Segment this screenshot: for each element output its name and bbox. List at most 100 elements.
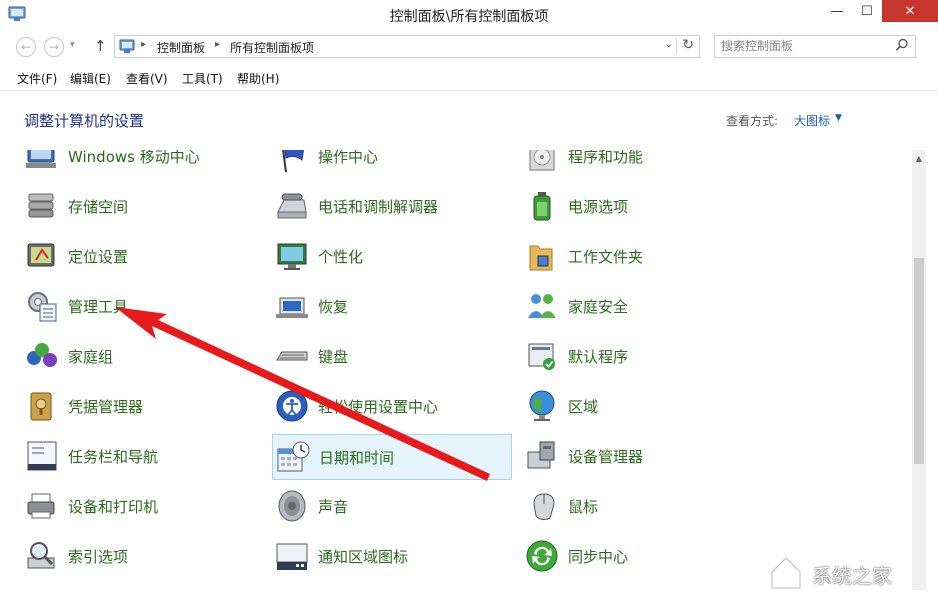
item-device-manager[interactable]: 设备管理器 [522, 434, 762, 478]
item-label: 任务栏和导航 [68, 448, 159, 466]
item-label: 电源选项 [568, 198, 629, 216]
address-history-dropdown[interactable]: ⌄ [665, 39, 673, 50]
item-personalization[interactable]: 个性化 [272, 234, 512, 278]
item-storage-spaces[interactable]: 存储空间 [22, 184, 262, 228]
item-label: 键盘 [318, 348, 349, 366]
breadcrumb-control-panel[interactable]: 控制面板 [157, 39, 205, 56]
control-panel-window: 控制面板\所有控制面板项 — ☐ ✕ ← → ▾ ↑ ▸ 控制面板 ▸ 所有控制… [0, 0, 938, 602]
work-folders-icon [529, 245, 553, 271]
personalization-icon [277, 243, 307, 270]
menu-file[interactable]: 文件(F) [17, 70, 57, 87]
item-phone-and-modem[interactable]: 电话和调制解调器 [272, 184, 512, 228]
item-homegroup[interactable]: 家庭组 [22, 334, 262, 378]
item-label: 声音 [318, 498, 349, 516]
watermark-text: 系统之家 [812, 564, 892, 588]
region-globe-icon [529, 390, 555, 421]
item-action-center[interactable]: 操作中心 [272, 150, 512, 178]
item-credential-manager[interactable]: 凭据管理器 [22, 384, 262, 428]
item-label: 同步中心 [568, 548, 629, 566]
item-windows-mobility-center[interactable]: Windows 移动中心 [22, 150, 262, 178]
item-region[interactable]: 区域 [522, 384, 762, 428]
scroll-thumb[interactable] [914, 258, 924, 464]
item-label: 存储空间 [68, 198, 129, 216]
item-label: 区域 [568, 398, 599, 416]
title-bar[interactable]: 控制面板\所有控制面板项 — ☐ ✕ [0, 0, 938, 30]
item-label: 管理工具 [68, 298, 129, 316]
item-default-programs[interactable]: 默认程序 [522, 334, 762, 378]
item-label: 鼠标 [568, 498, 599, 516]
page-title: 调整计算机的设置 [24, 112, 145, 130]
item-label: 通知区域图标 [318, 548, 409, 566]
menu-help[interactable]: 帮助(H) [237, 70, 279, 87]
search-box[interactable] [714, 35, 916, 58]
item-power-options[interactable]: 电源选项 [522, 184, 762, 228]
date-time-icon [277, 441, 310, 472]
item-label: 家庭组 [68, 348, 114, 366]
device-manager-icon [527, 441, 555, 469]
item-devices-and-printers[interactable]: 设备和打印机 [22, 484, 262, 528]
item-sync-center[interactable]: 同步中心 [522, 534, 762, 578]
item-taskbar-and-navigation[interactable]: 任务栏和导航 [22, 434, 262, 478]
menu-view[interactable]: 查看(V) [126, 70, 168, 87]
item-date-and-time[interactable]: 日期和时间 [272, 434, 512, 480]
breadcrumb-separator[interactable]: ▸ [215, 39, 220, 50]
admin-tools-icon [28, 292, 57, 322]
item-keyboard[interactable]: 键盘 [272, 334, 512, 378]
scroll-up-button[interactable]: ▲ [912, 150, 926, 166]
maximize-button[interactable]: ☐ [852, 0, 882, 22]
item-label: 设备和打印机 [68, 498, 159, 516]
item-ease-of-access-center[interactable]: 轻松使用设置中心 [272, 384, 512, 428]
menu-edit[interactable]: 编辑(E) [70, 70, 111, 87]
item-label: 电话和调制解调器 [318, 198, 439, 216]
item-notification-area-icons[interactable]: 通知区域图标 [272, 534, 512, 578]
forward-button[interactable]: → [44, 37, 64, 57]
recovery-icon [276, 297, 308, 318]
storage-spaces-icon [28, 193, 54, 218]
breadcrumb-all-items[interactable]: 所有控制面板项 [230, 39, 314, 56]
item-administrative-tools[interactable]: 管理工具 [22, 284, 262, 328]
vertical-scrollbar[interactable]: ▲ [912, 150, 926, 590]
mobility-center-icon [26, 150, 56, 168]
control-panel-items-grid: Windows 移动中心 操作中心 程序和功能 存储空间 电话和调制解调器 电源… [0, 150, 912, 590]
item-label: 默认程序 [568, 348, 629, 366]
search-input[interactable] [721, 39, 891, 53]
item-recovery[interactable]: 恢复 [272, 284, 512, 328]
back-button[interactable]: ← [16, 37, 36, 57]
item-location-settings[interactable]: 定位设置 [22, 234, 262, 278]
item-mouse[interactable]: 鼠标 [522, 484, 762, 528]
search-icon[interactable] [895, 38, 909, 52]
sync-center-icon [526, 540, 558, 572]
recent-locations-dropdown[interactable]: ▾ [70, 40, 75, 50]
item-label: 个性化 [318, 248, 364, 266]
minimize-button[interactable]: — [822, 0, 852, 22]
menu-bar: 文件(F) 编辑(E) 查看(V) 工具(T) 帮助(H) [0, 67, 938, 89]
refresh-button[interactable]: ↻ [682, 37, 694, 53]
mouse-icon [533, 493, 555, 521]
up-level-button[interactable]: ↑ [94, 37, 107, 55]
item-work-folders[interactable]: 工作文件夹 [522, 234, 762, 278]
default-programs-icon [528, 343, 555, 370]
item-sound[interactable]: 声音 [272, 484, 512, 528]
item-family-safety[interactable]: 家庭安全 [522, 284, 762, 328]
item-indexing-options[interactable]: 索引选项 [22, 534, 262, 578]
sound-speaker-icon [278, 490, 306, 522]
indexing-options-icon [27, 542, 55, 569]
item-label: 日期和时间 [319, 449, 395, 467]
view-by-label: 查看方式: [726, 114, 779, 128]
item-label: 凭据管理器 [68, 398, 144, 416]
action-center-flag-icon [282, 150, 304, 173]
address-bar[interactable]: ▸ 控制面板 ▸ 所有控制面板项 ⌄ ↻ [114, 35, 700, 58]
breadcrumb-separator: ▸ [141, 39, 147, 50]
phone-modem-icon [277, 193, 307, 219]
view-by-arrow-icon[interactable]: ▼ [835, 113, 842, 123]
control-panel-address-icon [119, 39, 135, 53]
menu-tools[interactable]: 工具(T) [182, 70, 223, 87]
item-label: 工作文件夹 [568, 248, 644, 266]
menu-divider [0, 90, 938, 91]
item-programs-and-features[interactable]: 程序和功能 [522, 150, 762, 178]
view-by-dropdown[interactable]: 大图标 [794, 112, 830, 129]
close-button[interactable]: ✕ [882, 0, 938, 22]
item-label: 轻松使用设置中心 [318, 398, 439, 416]
programs-features-icon [529, 150, 555, 171]
taskbar-navigation-icon [27, 441, 57, 471]
